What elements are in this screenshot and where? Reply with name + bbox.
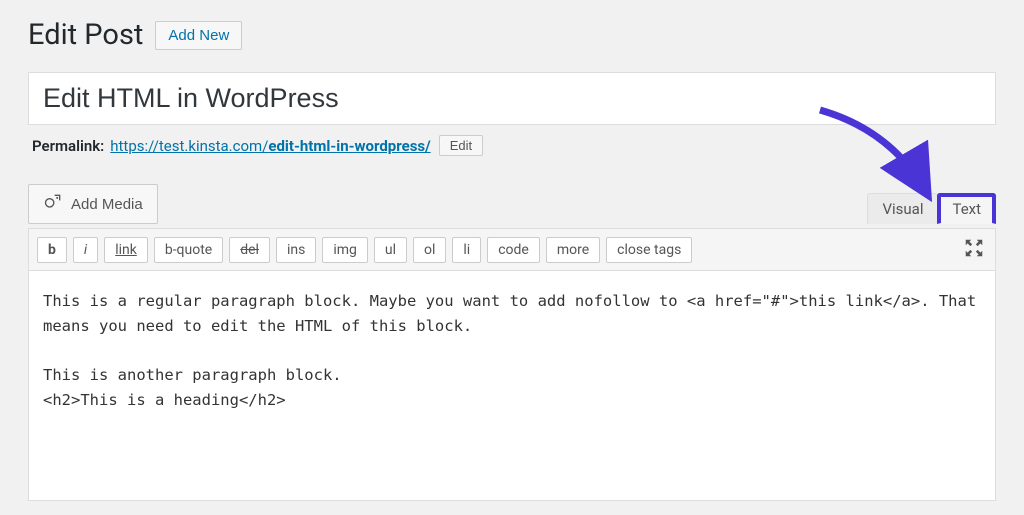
fullscreen-button[interactable] [961,235,987,264]
qt-li-button[interactable]: li [452,237,481,263]
permalink-base: https://test.kinsta.com/ [110,137,268,155]
editor-textarea[interactable] [28,271,996,501]
qt-ul-button[interactable]: ul [374,237,407,263]
add-media-button[interactable]: Add Media [28,184,158,224]
qt-ins-button[interactable]: ins [276,237,316,263]
qt-img-button[interactable]: img [322,237,368,263]
quicktags-toolbar: b i link b-quote del ins img ul ol li co… [28,228,996,271]
qt-bold-button[interactable]: b [37,237,67,263]
post-title-input[interactable] [28,72,996,125]
permalink-edit-button[interactable]: Edit [439,135,483,156]
qt-ol-button[interactable]: ol [413,237,446,263]
permalink-label: Permalink: [32,137,104,155]
permalink-row: Permalink: https://test.kinsta.com/edit-… [28,125,996,156]
tab-visual[interactable]: Visual [867,193,938,224]
qt-del-button[interactable]: del [229,237,270,263]
qt-blockquote-button[interactable]: b-quote [154,237,223,263]
add-media-label: Add Media [71,196,143,213]
media-icon [43,192,63,216]
add-new-button[interactable]: Add New [155,21,242,50]
permalink-slug: edit-html-in-wordpress/ [268,137,430,155]
editor-tabs: Visual Text [867,193,996,224]
page-header: Edit Post Add New [28,0,996,72]
qt-close-tags-button[interactable]: close tags [606,237,692,263]
tab-text[interactable]: Text [937,193,996,224]
fullscreen-icon [963,247,985,262]
qt-link-button[interactable]: link [104,237,148,263]
permalink-link[interactable]: https://test.kinsta.com/edit-html-in-wor… [110,137,430,155]
qt-italic-button[interactable]: i [73,237,98,263]
qt-code-button[interactable]: code [487,237,540,263]
page-title: Edit Post [28,18,143,52]
qt-more-button[interactable]: more [546,237,600,263]
